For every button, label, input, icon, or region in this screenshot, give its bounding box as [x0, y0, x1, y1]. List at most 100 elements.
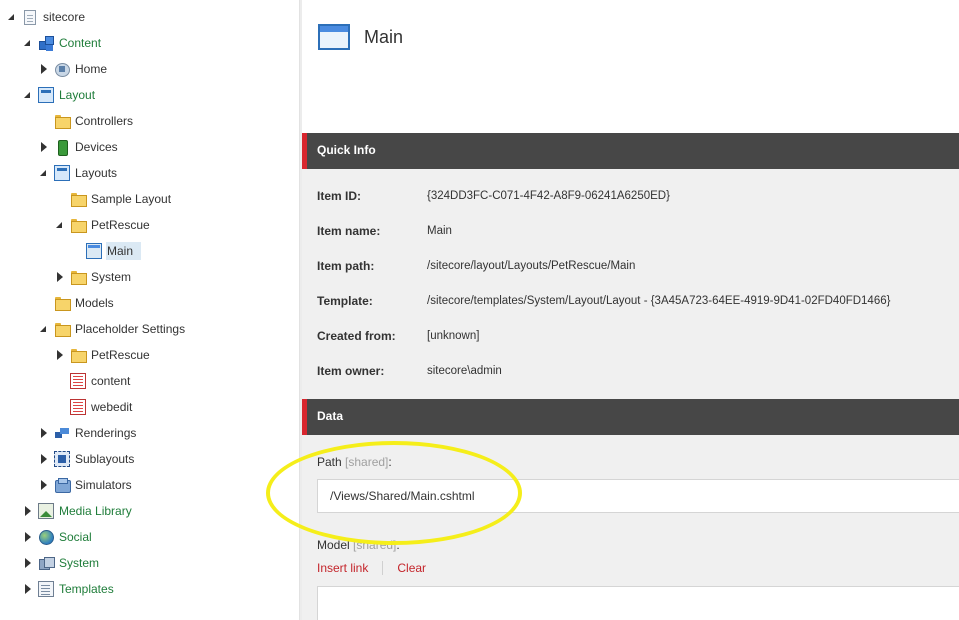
tree-node-placeholder-settings[interactable]: Placeholder Settings — [38, 318, 189, 340]
expand-arrow[interactable] — [22, 84, 34, 106]
info-value: Main — [427, 225, 452, 237]
folder-icon — [70, 347, 87, 363]
collapse-arrow[interactable] — [38, 474, 50, 496]
tree-label: Sample Layout — [91, 192, 172, 206]
tree-node-layouts[interactable]: Layouts — [38, 162, 121, 184]
tree-label: Placeholder Settings — [75, 322, 186, 336]
info-label: Template: — [317, 294, 373, 308]
expand-arrow[interactable] — [54, 214, 66, 236]
info-value: /sitecore/layout/Layouts/PetRescue/Main — [427, 260, 636, 272]
tree-node-sample-layout[interactable]: Sample Layout — [54, 188, 175, 210]
collapse-arrow[interactable] — [22, 500, 34, 522]
label-colon: : — [388, 455, 392, 469]
content-cubes-icon — [38, 35, 54, 51]
sublayouts-icon — [54, 451, 70, 467]
tree-node-devices[interactable]: Devices — [38, 136, 122, 158]
tree-label: Controllers — [75, 114, 134, 128]
section-title: Data — [317, 409, 344, 423]
quick-info-panel: Item ID: {324DD3FC-C071-4F42-A8F9-06241A… — [302, 169, 959, 399]
model-field-actions: Insert link Clear — [317, 561, 426, 575]
placeholder-icon — [70, 373, 86, 389]
tree-node-simulators[interactable]: Simulators — [38, 474, 136, 496]
collapse-arrow[interactable] — [54, 344, 66, 366]
path-field-label: Path [shared]: — [317, 455, 392, 469]
info-row-item-owner: Item owner: sitecore\admin — [317, 361, 502, 381]
section-title: Quick Info — [317, 143, 376, 157]
tree-node-home[interactable]: Home — [38, 58, 111, 80]
tree-node-ph-webedit[interactable]: webedit — [54, 396, 136, 418]
tree-node-templates[interactable]: Templates — [22, 578, 118, 600]
collapse-arrow[interactable] — [22, 578, 34, 600]
tree-node-system-layouts[interactable]: System — [54, 266, 135, 288]
info-label: Item ID: — [317, 189, 362, 203]
tree-node-renderings[interactable]: Renderings — [38, 422, 140, 444]
link-separator — [382, 561, 384, 575]
renderings-icon — [54, 425, 70, 441]
tree-label: Devices — [75, 140, 118, 154]
model-field-box[interactable] — [317, 586, 959, 620]
expand-arrow[interactable] — [22, 32, 34, 54]
field-name: Path — [317, 455, 342, 469]
folder-icon — [70, 269, 87, 285]
expand-arrow[interactable] — [6, 6, 18, 28]
layout-icon — [36, 85, 54, 103]
collapse-arrow[interactable] — [38, 422, 50, 444]
collapse-arrow[interactable] — [54, 266, 66, 288]
placeholder-icon — [70, 399, 86, 415]
device-icon — [54, 139, 70, 156]
tree-node-controllers[interactable]: Controllers — [38, 110, 137, 132]
expand-arrow[interactable] — [38, 318, 50, 340]
section-data[interactable]: Data — [302, 399, 959, 435]
tree-node-media-library[interactable]: Media Library — [22, 500, 136, 522]
item-title: Main — [364, 27, 404, 47]
layout-icon — [52, 163, 70, 181]
section-quick-info[interactable]: Quick Info — [302, 133, 959, 169]
tree-node-ph-petrescue[interactable]: PetRescue — [54, 344, 154, 366]
expand-arrow[interactable] — [38, 162, 50, 184]
collapse-arrow[interactable] — [38, 58, 50, 80]
content-tree: sitecore Content Home Layout Controllers… — [0, 0, 299, 620]
field-name: Model — [317, 538, 350, 552]
tree-node-models[interactable]: Models — [38, 292, 118, 314]
tree-node-layout[interactable]: Layout — [22, 84, 99, 106]
tree-label: webedit — [91, 400, 133, 414]
simulators-icon — [54, 477, 71, 493]
tree-node-petrescue[interactable]: PetRescue — [54, 214, 154, 236]
tree-label: Simulators — [75, 478, 132, 492]
info-row-created-from: Created from: [unknown] — [317, 326, 479, 346]
tree-node-sublayouts[interactable]: Sublayouts — [38, 448, 138, 470]
tree-node-sitecore[interactable]: sitecore — [6, 6, 89, 28]
tree-label: Main — [106, 242, 142, 260]
tree-label: Models — [75, 296, 114, 310]
tree-label: sitecore — [43, 10, 86, 24]
tree-node-social[interactable]: Social — [22, 526, 96, 548]
tree-node-system[interactable]: System — [22, 552, 103, 574]
tree-label: content — [91, 374, 131, 388]
info-label: Item name: — [317, 224, 381, 238]
home-icon — [54, 61, 70, 77]
collapse-arrow[interactable] — [22, 552, 34, 574]
tree-label: Home — [75, 62, 108, 76]
info-label: Item path: — [317, 259, 375, 273]
collapse-arrow[interactable] — [38, 448, 50, 470]
tree-node-content[interactable]: Content — [22, 32, 105, 54]
path-input[interactable] — [317, 479, 959, 513]
info-value: [unknown] — [427, 330, 480, 342]
collapse-arrow[interactable] — [22, 526, 34, 548]
tree-label: PetRescue — [91, 218, 150, 232]
tree-label: Social — [59, 530, 92, 544]
shared-tag: [shared] — [345, 455, 389, 469]
folder-icon — [70, 191, 87, 207]
clear-link-button[interactable]: Clear — [397, 561, 426, 575]
info-row-item-id: Item ID: {324DD3FC-C071-4F42-A8F9-06241A… — [317, 186, 670, 206]
info-row-template: Template: /sitecore/templates/System/Lay… — [317, 291, 890, 311]
tree-node-ph-content[interactable]: content — [54, 370, 134, 392]
tree-node-main[interactable]: Main — [70, 240, 142, 262]
templates-icon — [38, 581, 54, 597]
folder-icon — [54, 295, 71, 311]
insert-link-button[interactable]: Insert link — [317, 561, 368, 575]
collapse-arrow[interactable] — [38, 136, 50, 158]
